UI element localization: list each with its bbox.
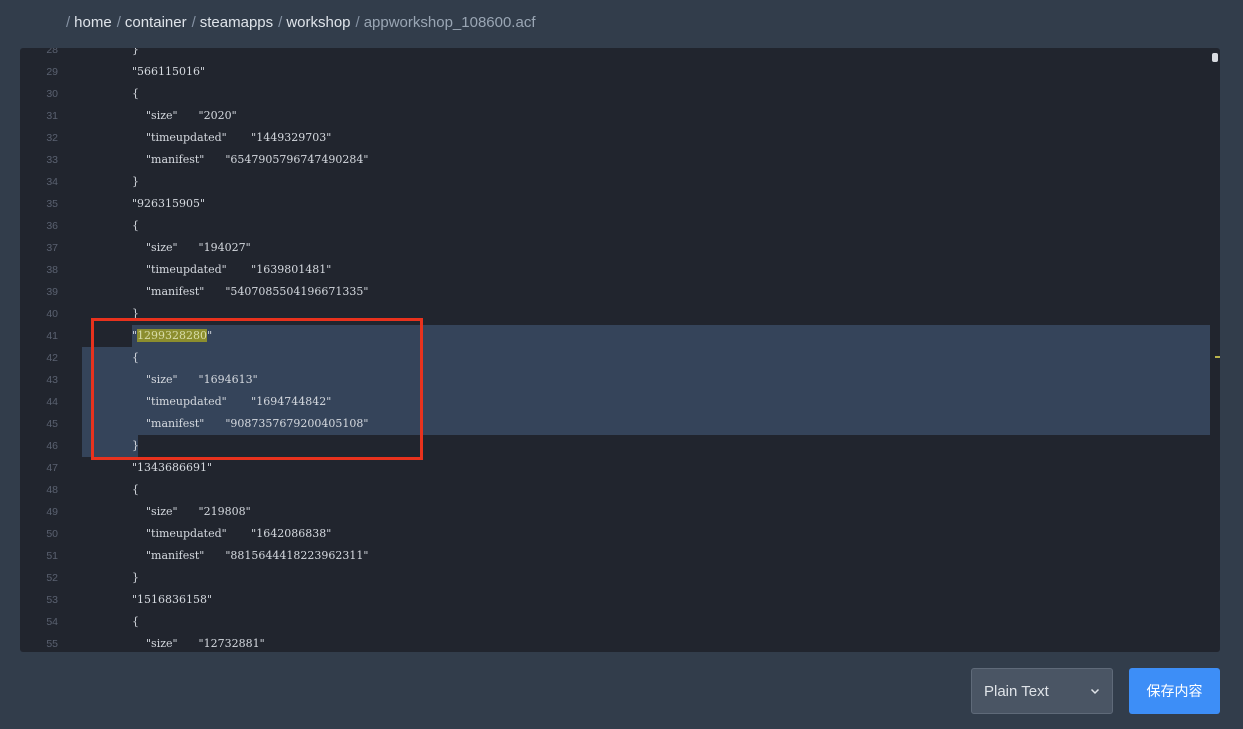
line-code: "timeupdated" "1449329703" — [132, 131, 332, 144]
code-line[interactable]: 51 "manifest" "8815644418223962311" — [20, 545, 1210, 567]
line-number: 35 — [46, 198, 58, 210]
line-number: 31 — [46, 110, 58, 122]
line-number: 36 — [46, 220, 58, 232]
line-number: 44 — [46, 396, 58, 408]
code-line[interactable]: 49 "size" "219808" — [20, 501, 1210, 523]
line-code: { — [132, 87, 139, 100]
line-number: 46 — [46, 440, 58, 452]
line-number: 47 — [46, 462, 58, 474]
code-line[interactable]: 33 "manifest" "6547905796747490284" — [20, 149, 1210, 171]
line-code: "size" "219808" — [132, 505, 251, 518]
code-line[interactable]: 34} — [20, 171, 1210, 193]
line-number: 43 — [46, 374, 58, 386]
line-code: "manifest" "8815644418223962311" — [132, 549, 369, 562]
line-code: { — [132, 219, 139, 232]
scrollbar-match-marker — [1215, 356, 1220, 358]
line-number: 45 — [46, 418, 58, 430]
line-code: { — [132, 615, 139, 628]
line-number: 48 — [46, 484, 58, 496]
line-number: 42 — [46, 352, 58, 364]
line-code: "timeupdated" "1639801481" — [132, 263, 332, 276]
line-code: { — [132, 483, 139, 496]
line-code: "1516836158" — [132, 593, 213, 606]
line-code: "1343686691" — [132, 461, 213, 474]
line-number: 52 — [46, 572, 58, 584]
code-line[interactable]: 48 { — [20, 479, 1210, 501]
save-content-button[interactable]: 保存内容 — [1129, 668, 1220, 714]
line-number: 30 — [46, 88, 58, 100]
line-code: } — [132, 175, 139, 188]
line-code: "manifest" "6547905796747490284" — [132, 153, 369, 166]
code-line[interactable]: 53 "1516836158" — [20, 589, 1210, 611]
line-number: 39 — [46, 286, 58, 298]
line-number: 51 — [46, 550, 58, 562]
line-number: 53 — [46, 594, 58, 606]
line-code: "manifest" "5407085504196671335" — [132, 285, 369, 298]
code-line[interactable]: 30 { — [20, 83, 1210, 105]
line-number: 37 — [46, 242, 58, 254]
breadcrumb-workshop[interactable]: workshop — [286, 14, 350, 31]
breadcrumb-separator: / — [355, 13, 360, 31]
line-code: } — [132, 48, 139, 56]
breadcrumb-home[interactable]: home — [74, 14, 112, 31]
line-number: 29 — [46, 66, 58, 78]
line-number: 54 — [46, 616, 58, 628]
breadcrumb-separator: / — [278, 13, 283, 31]
breadcrumb-separator: / — [66, 13, 71, 31]
language-select-value: Plain Text — [984, 682, 1049, 700]
line-code: "size" "12732881" — [132, 637, 265, 650]
line-number: 34 — [46, 176, 58, 188]
code-line[interactable]: 37 "size" "194027" — [20, 237, 1210, 259]
line-code: "timeupdated" "1642086838" — [132, 527, 332, 540]
code-line[interactable]: 39 "manifest" "5407085504196671335" — [20, 281, 1210, 303]
line-code: "size" "2020" — [132, 109, 237, 122]
line-number: 55 — [46, 638, 58, 650]
code-line[interactable]: 38 "timeupdated" "1639801481" — [20, 259, 1210, 281]
line-number: 41 — [46, 330, 58, 342]
code-line[interactable]: 31 "size" "2020" — [20, 105, 1210, 127]
code-line[interactable]: 47 "1343686691" — [20, 457, 1210, 479]
language-select[interactable]: Plain Text — [971, 668, 1113, 714]
breadcrumb-steamapps[interactable]: steamapps — [200, 14, 273, 31]
line-number: 33 — [46, 154, 58, 166]
line-number: 32 — [46, 132, 58, 144]
line-code: "566115016" — [132, 65, 206, 78]
code-line[interactable]: 28} — [20, 48, 1210, 61]
line-code: "size" "194027" — [132, 241, 251, 254]
breadcrumb-separator: / — [116, 13, 121, 31]
line-number: 49 — [46, 506, 58, 518]
breadcrumb-container[interactable]: container — [125, 14, 187, 31]
line-code: } — [132, 571, 139, 584]
line-number: 28 — [46, 48, 58, 56]
code-line[interactable]: 32 "timeupdated" "1449329703" — [20, 127, 1210, 149]
breadcrumb: / home / container / steamapps / worksho… — [66, 11, 540, 33]
code-line[interactable]: 29 "566115016" — [20, 61, 1210, 83]
code-line[interactable]: 52} — [20, 567, 1210, 589]
code-line[interactable]: 35 "926315905" — [20, 193, 1210, 215]
line-number: 38 — [46, 264, 58, 276]
code-line[interactable]: 36 { — [20, 215, 1210, 237]
breadcrumb-separator: / — [191, 13, 196, 31]
line-code: "926315905" — [132, 197, 206, 210]
chevron-down-icon — [1090, 688, 1100, 695]
code-line[interactable]: 54 { — [20, 611, 1210, 633]
code-line[interactable]: 50 "timeupdated" "1642086838" — [20, 523, 1210, 545]
line-number: 40 — [46, 308, 58, 320]
line-number: 50 — [46, 528, 58, 540]
highlight-annotation-box — [91, 318, 423, 460]
code-line[interactable]: 55 "size" "12732881" — [20, 633, 1210, 652]
editor-scrollbar-thumb[interactable] — [1212, 53, 1218, 62]
breadcrumb-current-file: appworkshop_108600.acf — [363, 13, 536, 31]
